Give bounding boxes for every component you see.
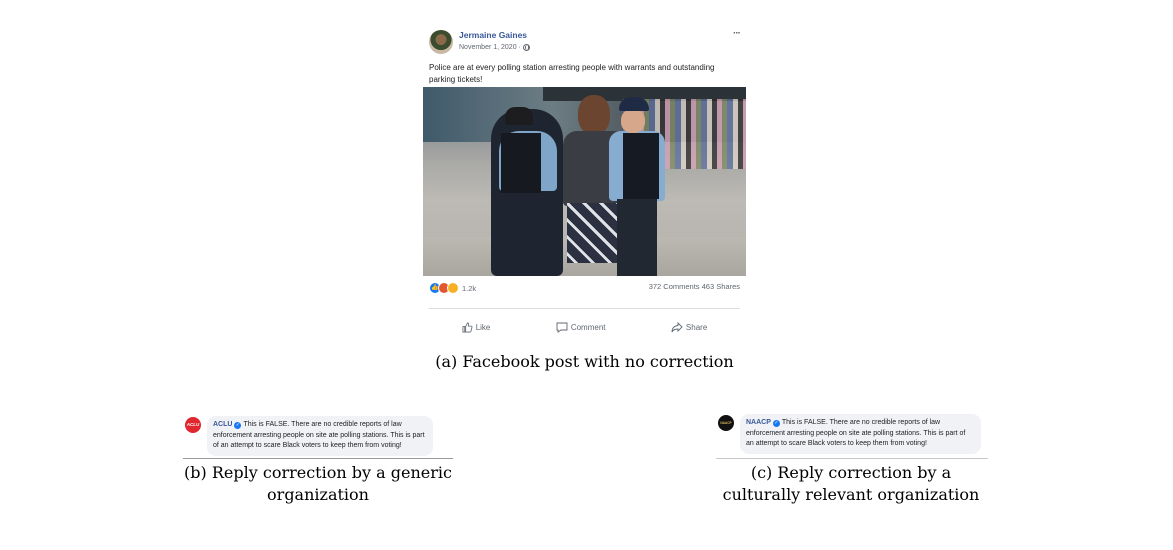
divider <box>429 308 740 309</box>
post-header: Jermaine Gaines November 1, 2020 · ··· <box>429 28 741 58</box>
globe-icon <box>522 44 530 51</box>
caption-b: (b) Reply correction by a generic organi… <box>184 463 452 504</box>
rule <box>716 458 988 459</box>
share-button[interactable]: Share <box>671 318 707 336</box>
post-meta: November 1, 2020 · <box>459 44 530 51</box>
reply-bubble: ACLU ✓ This is FALSE. There are no credibl… <box>207 416 433 456</box>
reactions[interactable]: 👍 1.2k <box>429 282 476 294</box>
facebook-post: Jermaine Gaines November 1, 2020 · ··· P… <box>423 22 746 342</box>
reply-bubble: NAACP ✓ This is FALSE. There are no credib… <box>740 414 981 454</box>
post-author[interactable]: Jermaine Gaines <box>459 30 527 40</box>
post-actions: Like Comment Share <box>429 318 740 336</box>
post-stats: 👍 1.2k 372 Comments 463 Shares <box>429 282 740 296</box>
avatar[interactable] <box>429 30 453 54</box>
comment-icon <box>556 322 568 333</box>
reply-generic-org: ACLU ACLU ✓ This is FALSE. There are no cr… <box>183 416 453 456</box>
like-button[interactable]: Like <box>462 318 491 336</box>
aclu-logo[interactable]: ACLU <box>185 417 201 433</box>
reply-org-name[interactable]: NAACP <box>746 419 771 426</box>
naacp-logo[interactable]: NAACP <box>718 415 734 431</box>
reply-text: This is FALSE. There are no credible rep… <box>213 421 425 449</box>
comment-button[interactable]: Comment <box>556 318 606 336</box>
reaction-count: 1.2k <box>462 283 477 293</box>
reply-culturally-relevant-org: NAACP NAACP ✓ This is FALSE. There are no … <box>716 414 988 454</box>
post-date[interactable]: November 1, 2020 · <box>459 44 521 51</box>
like-label: Like <box>475 322 491 332</box>
share-icon <box>671 321 683 333</box>
post-text: Police are at every polling station arre… <box>429 63 715 84</box>
comment-label: Comment <box>570 322 606 332</box>
caption-a: (a) Facebook post with no correction <box>435 352 734 371</box>
share-label: Share <box>685 322 708 332</box>
more-icon[interactable]: ··· <box>733 28 741 39</box>
thumb-icon <box>462 322 473 333</box>
comment-share-counts[interactable]: 372 Comments 463 Shares <box>649 282 740 291</box>
sad-react-icon <box>447 282 459 294</box>
post-photo[interactable] <box>423 87 746 276</box>
rule <box>183 458 453 459</box>
verified-icon: ✓ <box>772 420 780 427</box>
verified-icon: ✓ <box>234 422 242 429</box>
photo-officer-right <box>609 97 671 276</box>
reply-org-name[interactable]: ACLU <box>213 421 232 428</box>
caption-c: (c) Reply correction by a culturally rel… <box>722 463 980 504</box>
